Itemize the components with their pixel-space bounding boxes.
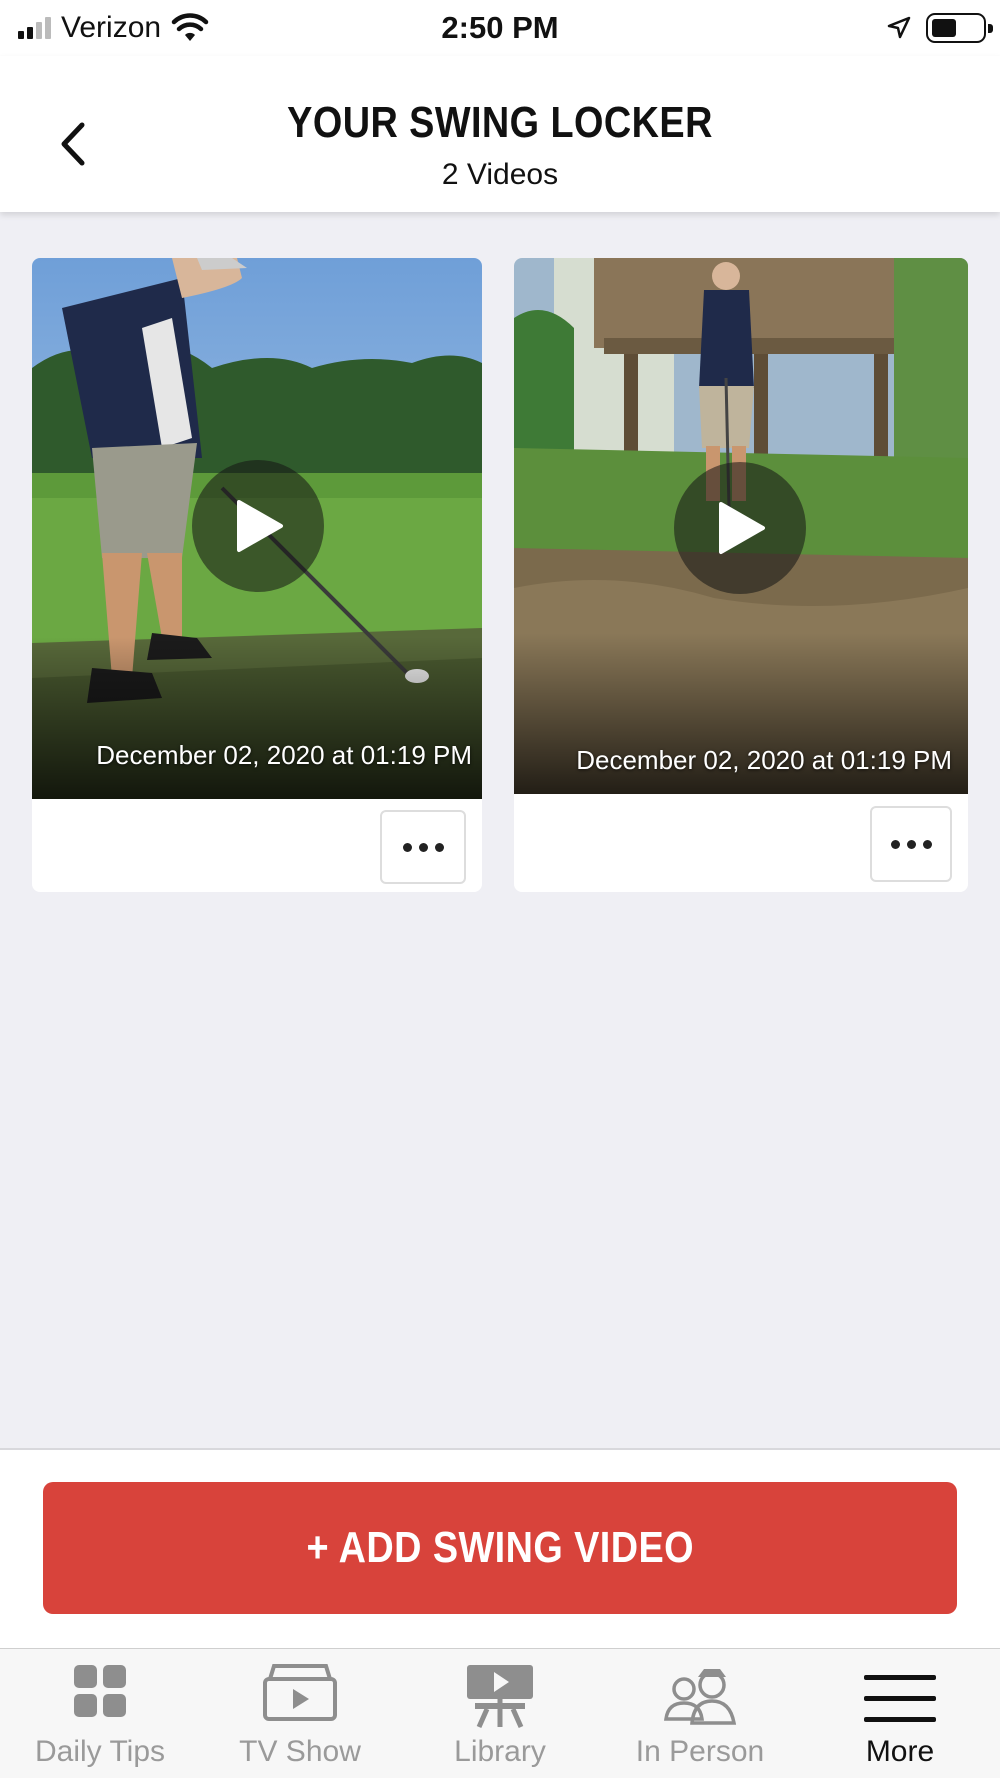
tv-show-icon bbox=[263, 1664, 337, 1721]
play-icon bbox=[719, 502, 765, 554]
tab-daily-tips[interactable]: Daily Tips bbox=[0, 1649, 200, 1778]
tab-label: Daily Tips bbox=[34, 1735, 166, 1768]
video-date: December 02, 2020 at 01:19 PM bbox=[576, 745, 952, 775]
cellular-signal-icon bbox=[18, 17, 51, 39]
tab-bar: Daily Tips TV Show Library In Person Mor… bbox=[0, 1648, 1000, 1778]
page-title: YOUR SWING LOCKER bbox=[287, 98, 713, 147]
tab-label: Library bbox=[454, 1735, 546, 1768]
menu-icon bbox=[864, 1675, 936, 1722]
ellipsis-icon bbox=[890, 839, 900, 849]
grid-icon bbox=[74, 1665, 126, 1717]
tab-more[interactable]: More bbox=[800, 1649, 1000, 1778]
nav-header: YOUR SWING LOCKER 2 Videos bbox=[0, 56, 1000, 212]
video-count: 2 Videos bbox=[441, 158, 559, 191]
more-options-button[interactable] bbox=[380, 810, 466, 884]
play-button[interactable] bbox=[192, 460, 324, 592]
wifi-icon bbox=[171, 13, 209, 41]
location-arrow-icon bbox=[887, 16, 911, 39]
video-date: December 02, 2020 at 01:19 PM bbox=[96, 740, 472, 770]
add-swing-video-button[interactable]: + ADD SWING VIDEO bbox=[43, 1482, 957, 1614]
video-thumbnail[interactable]: December 02, 2020 at 01:19 PM bbox=[514, 258, 968, 794]
add-swing-video-label: + ADD SWING VIDEO bbox=[306, 1523, 694, 1572]
play-icon bbox=[237, 500, 283, 552]
status-left: Verizon bbox=[18, 8, 209, 48]
tab-in-person[interactable]: In Person bbox=[600, 1649, 800, 1778]
status-bar: 2:50 PM Verizon bbox=[0, 0, 1000, 56]
library-icon bbox=[467, 1665, 533, 1729]
tab-label: In Person bbox=[635, 1735, 765, 1768]
ellipsis-icon bbox=[402, 842, 412, 852]
battery-icon bbox=[926, 13, 993, 43]
tab-library[interactable]: Library bbox=[400, 1649, 600, 1778]
tab-label: More bbox=[865, 1735, 935, 1768]
carrier-name: Verizon bbox=[61, 11, 162, 44]
tab-label: TV Show bbox=[239, 1735, 361, 1768]
video-card: December 02, 2020 at 01:19 PM bbox=[32, 258, 482, 892]
instructors-icon bbox=[664, 1669, 737, 1725]
more-options-button[interactable] bbox=[870, 806, 952, 882]
play-button[interactable] bbox=[674, 462, 806, 594]
video-thumbnail[interactable]: December 02, 2020 at 01:19 PM bbox=[32, 258, 482, 799]
video-card: December 02, 2020 at 01:19 PM bbox=[514, 258, 968, 892]
add-video-panel: + ADD SWING VIDEO bbox=[0, 1448, 1000, 1648]
status-right bbox=[886, 10, 993, 46]
tab-tv-show[interactable]: TV Show bbox=[200, 1649, 400, 1778]
